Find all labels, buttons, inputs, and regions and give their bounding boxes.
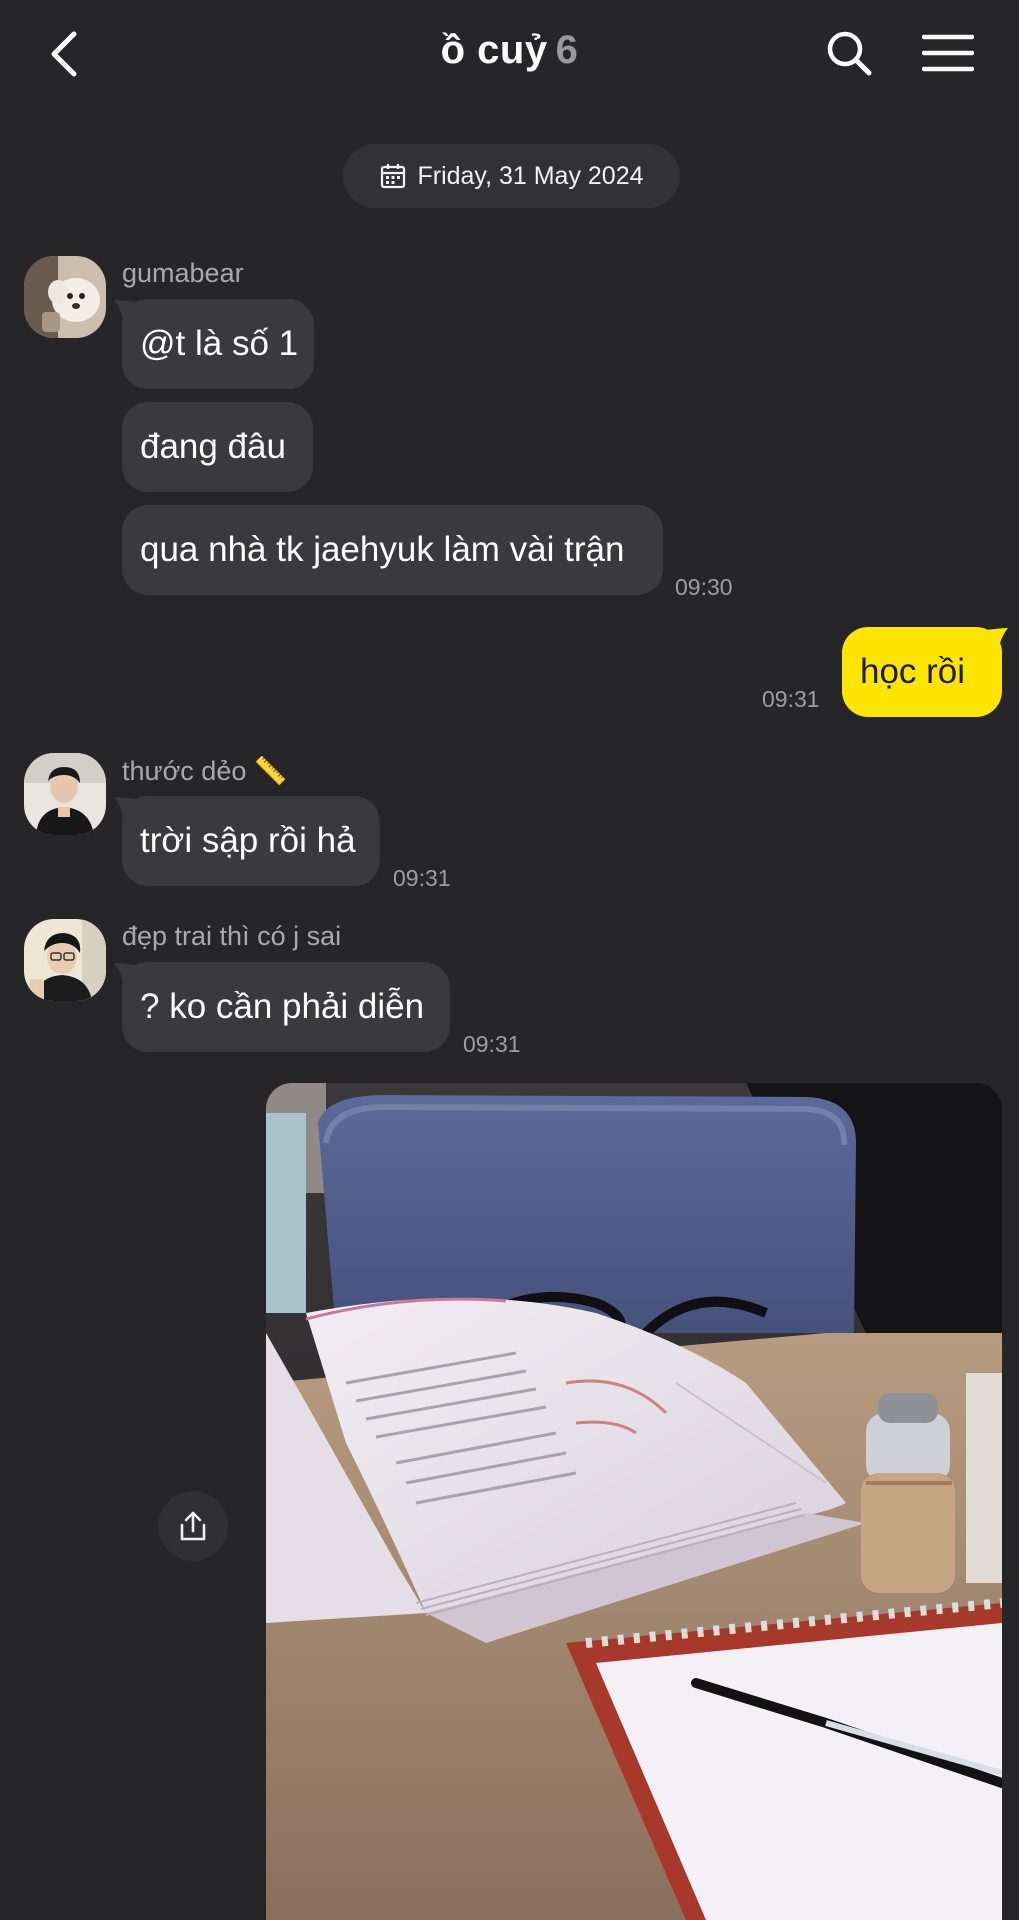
search-button[interactable] [820, 24, 878, 82]
chat-title-text: ồ cuỷ [440, 28, 548, 72]
my-message-bubble[interactable]: học rồi [842, 627, 1002, 717]
search-icon [827, 31, 872, 76]
date-text: Friday, 31 May 2024 [417, 161, 644, 190]
bubble-tail [986, 628, 1008, 652]
message-text: ? ko cần phải diễn [140, 987, 425, 1026]
chat-header: ồ cuỷ 6 [0, 0, 1019, 110]
avatar-dep-trai[interactable] [24, 919, 106, 1001]
photo-image [266, 1083, 1002, 1920]
avatar-image [24, 256, 106, 338]
message-text: học rồi [860, 652, 966, 691]
sender-name-text: thước dẻo [122, 756, 247, 786]
calendar-icon [381, 164, 406, 189]
message-bubble[interactable]: ? ko cần phải diễn [122, 962, 450, 1052]
ruler-emoji: 📏 [253, 756, 288, 787]
sender-name-gumabear: gumabear [122, 258, 244, 288]
message-time: 09:31 [393, 865, 451, 891]
message-bubble[interactable]: qua nhà tk jaehyuk làm vài trận [122, 505, 663, 595]
date-divider: Friday, 31 May 2024 [343, 144, 680, 208]
share-icon [180, 1511, 206, 1541]
message-bubble[interactable]: trời sập rồi hả [122, 796, 380, 886]
share-button[interactable] [158, 1491, 228, 1561]
message-time: 09:31 [762, 686, 820, 712]
message-time: 09:31 [463, 1031, 521, 1057]
message-bubble[interactable]: đang đâu [122, 402, 313, 492]
chat-screen: ồ cuỷ 6 Friday, 31 May 2024 gumabear @t … [0, 0, 1019, 1920]
avatar-gumabear[interactable] [24, 256, 106, 338]
avatar-thuoc-deo[interactable] [24, 753, 106, 835]
sender-name-thuoc-deo: thước dẻo 📏 [122, 755, 288, 787]
message-text: đang đâu [140, 427, 286, 466]
photo-message[interactable] [266, 1083, 1002, 1920]
message-bubble[interactable]: @t là số 1 [122, 299, 314, 389]
message-text: trời sập rồi hả [140, 821, 356, 860]
message-text: qua nhà tk jaehyuk làm vài trận [140, 530, 625, 569]
avatar-image [24, 919, 106, 1001]
message-text: @t là số 1 [140, 324, 299, 363]
member-count: 6 [555, 28, 579, 72]
avatar-image [24, 753, 106, 835]
message-time: 09:30 [675, 574, 733, 600]
sender-name-dep-trai: đẹp trai thì có j sai [122, 921, 342, 951]
menu-button[interactable] [918, 26, 978, 80]
hamburger-menu-icon [922, 34, 974, 72]
